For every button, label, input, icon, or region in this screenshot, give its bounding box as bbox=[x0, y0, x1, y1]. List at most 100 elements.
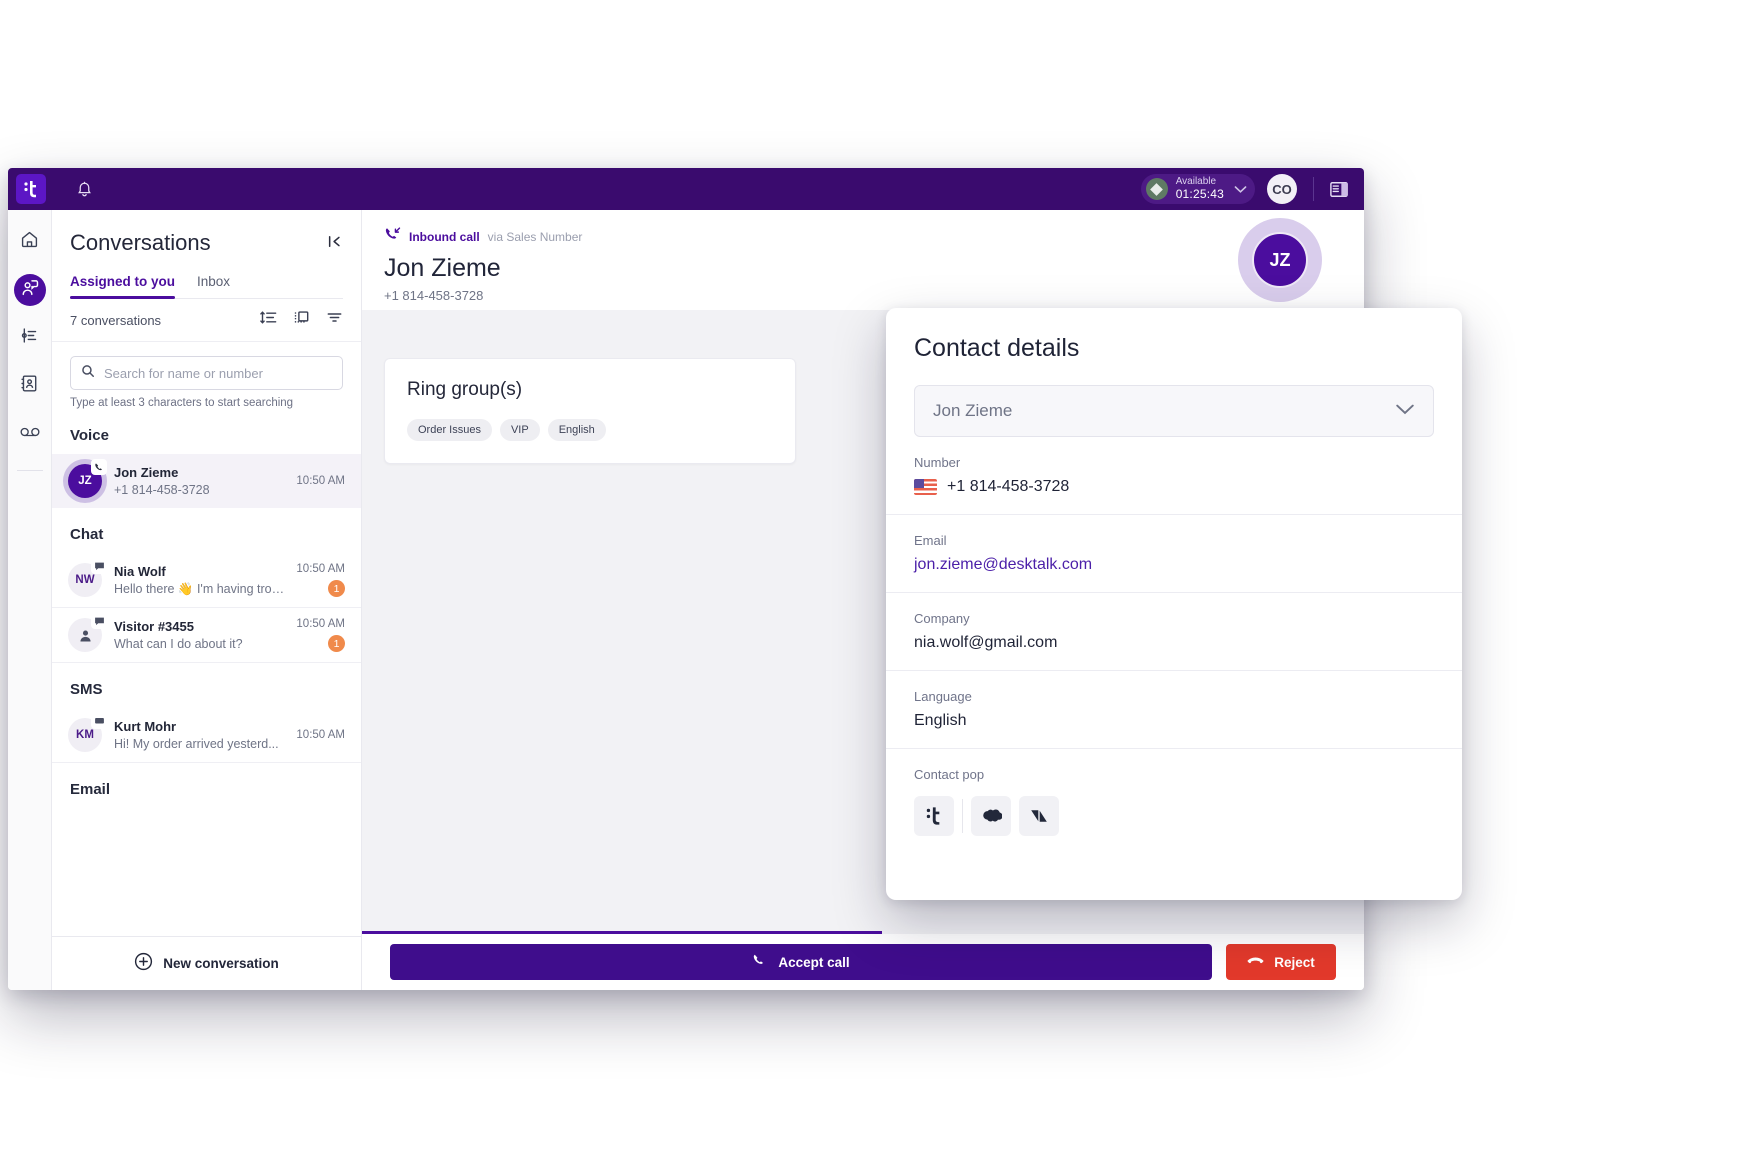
caller-avatar: JZ bbox=[1238, 218, 1322, 302]
filter-icon[interactable] bbox=[326, 310, 343, 330]
sidebar-item-activity[interactable] bbox=[14, 322, 46, 354]
email-link[interactable]: jon.zieme@desktalk.com bbox=[914, 556, 1434, 574]
reject-call-label: Reject bbox=[1274, 954, 1315, 970]
page-title: Conversations bbox=[70, 230, 211, 255]
contact-pop-apps bbox=[914, 796, 1434, 836]
contact-name: Nia Wolf bbox=[114, 563, 166, 579]
reject-call-button[interactable]: Reject bbox=[1226, 944, 1336, 980]
contact-pop-label: Contact pop bbox=[914, 767, 985, 782]
field-value: nia.wolf@gmail.com bbox=[914, 634, 1058, 651]
talkdesk-logo-icon[interactable] bbox=[16, 174, 46, 204]
talkdesk-app-icon[interactable] bbox=[914, 796, 954, 836]
avatar-initials: JZ bbox=[1252, 232, 1308, 288]
contact-name: Visitor #3455 bbox=[114, 619, 194, 634]
contact-details-title: Contact details bbox=[914, 334, 1080, 362]
left-nav-rail bbox=[8, 210, 52, 990]
inbound-call-icon bbox=[384, 226, 401, 248]
search-icon bbox=[81, 364, 95, 383]
collapse-panel-icon[interactable] bbox=[327, 234, 343, 253]
call-header: Inbound call via Sales Number Jon Zieme … bbox=[362, 210, 1364, 382]
avatar-initials: JZ bbox=[78, 475, 92, 487]
accept-call-button[interactable]: Accept call bbox=[390, 944, 1212, 980]
agent-status-pill[interactable]: Available 01:25:43 bbox=[1140, 174, 1255, 204]
contact-field-number: Number +1 814-458-3728 bbox=[886, 437, 1462, 515]
side-panel-toggle-icon[interactable] bbox=[1330, 181, 1348, 198]
chip-order-issues: Order Issues bbox=[407, 419, 492, 441]
home-icon bbox=[20, 230, 39, 254]
chevron-down-icon[interactable] bbox=[1234, 182, 1247, 197]
person-icon bbox=[79, 630, 91, 641]
group-view-icon[interactable] bbox=[293, 310, 310, 330]
conversation-list[interactable]: Voice JZ Jon Zieme +1 814-458-3728 10:50… bbox=[52, 409, 361, 936]
list-item[interactable]: NW Nia Wolf Hello there 👋 I'm having tro… bbox=[52, 553, 361, 608]
tab-assigned-to-you[interactable]: Assigned to you bbox=[70, 274, 176, 299]
avatar: NW bbox=[68, 558, 107, 597]
topbar-right-cluster: Available 01:25:43 CO bbox=[1140, 168, 1364, 210]
sidebar-item-contacts[interactable] bbox=[14, 370, 46, 402]
unread-badge: 1 bbox=[328, 635, 345, 652]
diamond-status-icon bbox=[1145, 178, 1168, 200]
field-value: English bbox=[914, 712, 967, 729]
contact-details-card: Contact details Jon Zieme Number +1 814-… bbox=[886, 308, 1462, 900]
notification-bell-icon[interactable] bbox=[76, 180, 93, 198]
new-conversation-button[interactable]: New conversation bbox=[52, 936, 361, 990]
avatar: JZ bbox=[68, 459, 107, 498]
chat-bubble-icon bbox=[91, 558, 107, 574]
timestamp: 10:50 AM bbox=[296, 475, 345, 487]
agent-headset-icon bbox=[20, 278, 40, 303]
sidebar-item-home[interactable] bbox=[14, 226, 46, 258]
field-label: Language bbox=[914, 689, 972, 704]
contact-select-value: Jon Zieme bbox=[933, 401, 1013, 420]
message-preview: +1 814-458-3728 bbox=[114, 483, 210, 497]
avatar[interactable]: CO bbox=[1267, 174, 1297, 204]
zendesk-app-icon[interactable] bbox=[1019, 796, 1059, 836]
chevron-down-icon[interactable] bbox=[1395, 401, 1415, 421]
conversations-panel: Conversations Assigned to you Inbox 7 co… bbox=[52, 210, 362, 990]
search-area: Type at least 3 characters to start sear… bbox=[52, 342, 361, 409]
sort-icon[interactable] bbox=[260, 310, 277, 330]
contact-name: Jon Zieme bbox=[114, 465, 179, 480]
top-navigation-bar: Available 01:25:43 CO bbox=[8, 168, 1364, 210]
group-label-sms: SMS bbox=[70, 681, 103, 698]
list-item[interactable]: JZ Jon Zieme +1 814-458-3728 10:50 AM bbox=[52, 454, 361, 508]
group-label-chat: Chat bbox=[70, 526, 104, 543]
conversations-tabs: Assigned to you Inbox bbox=[70, 274, 343, 299]
new-conversation-label: New conversation bbox=[163, 956, 279, 971]
phone-number-text: +1 814-458-3728 bbox=[947, 478, 1070, 495]
plus-circle-icon bbox=[134, 952, 153, 976]
timestamp: 10:50 AM bbox=[296, 729, 345, 741]
salesforce-app-icon[interactable] bbox=[971, 796, 1011, 836]
chat-bubble-icon bbox=[91, 613, 107, 629]
tab-inbox[interactable]: Inbox bbox=[197, 274, 230, 298]
avatar-initials: KM bbox=[76, 729, 94, 741]
sidebar-item-voicemail[interactable] bbox=[14, 418, 46, 450]
list-item[interactable]: KM Kurt Mohr Hi! My order arrived yester… bbox=[52, 708, 361, 763]
unread-badge: 1 bbox=[328, 580, 345, 597]
search-input[interactable] bbox=[104, 365, 332, 381]
sms-bubble-icon bbox=[91, 713, 107, 729]
divider bbox=[16, 470, 43, 471]
sidebar-item-conversations[interactable] bbox=[13, 274, 46, 306]
caller-number: +1 814-458-3728 bbox=[384, 288, 484, 303]
search-box[interactable] bbox=[70, 356, 343, 390]
contact-select[interactable]: Jon Zieme bbox=[914, 385, 1434, 437]
status-timer: 01:25:43 bbox=[1175, 186, 1224, 201]
ring-group-card: Ring group(s) Order Issues VIP English bbox=[384, 358, 796, 464]
contact-field-email: Email jon.zieme@desktalk.com bbox=[886, 515, 1462, 593]
ring-group-title: Ring group(s) bbox=[407, 379, 523, 400]
contact-book-icon bbox=[20, 374, 39, 398]
divider bbox=[1313, 177, 1314, 201]
contact-name: Kurt Mohr bbox=[114, 719, 177, 734]
list-item[interactable]: Visitor #3455 What can I do about it? 10… bbox=[52, 608, 361, 663]
phone-icon bbox=[752, 953, 767, 971]
timestamp: 10:50 AM bbox=[296, 618, 345, 630]
avatar: KM bbox=[68, 713, 107, 752]
call-via-label: via Sales Number bbox=[487, 230, 583, 244]
field-label: Company bbox=[914, 611, 970, 626]
field-value: +1 814-458-3728 bbox=[914, 478, 1434, 496]
us-flag-icon bbox=[914, 479, 937, 495]
call-direction-label: Inbound call bbox=[409, 230, 480, 244]
voicemail-icon bbox=[20, 425, 40, 444]
conversation-count-row: 7 conversations bbox=[52, 299, 361, 342]
call-actions-bar: Accept call Reject bbox=[362, 934, 1364, 990]
